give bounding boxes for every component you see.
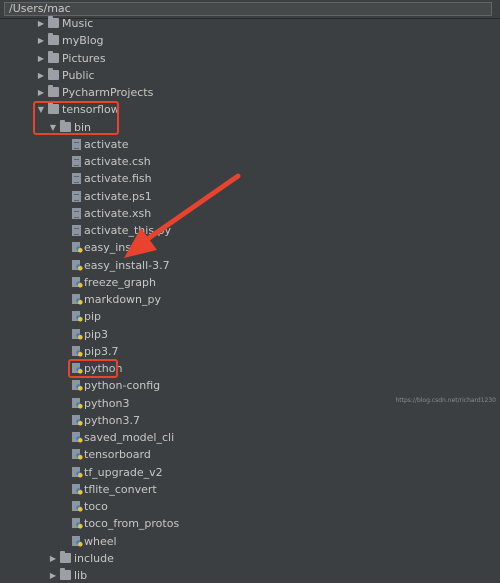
python-file-icon bbox=[72, 518, 83, 529]
tree-item-label: lib bbox=[74, 569, 88, 582]
python-file-icon bbox=[72, 483, 83, 495]
tree-item-label: wheel bbox=[84, 534, 117, 548]
tree-item-label: tf_upgrade_v2 bbox=[84, 465, 163, 479]
tree-file-tf-upgrade-v2[interactable]: tf_upgrade_v2 bbox=[0, 465, 500, 480]
python-file-icon bbox=[72, 432, 83, 443]
tree-folder-lib[interactable]: ▶ lib bbox=[0, 568, 500, 583]
folder-icon bbox=[60, 550, 71, 563]
tree-file-tensorboard[interactable]: tensorboard bbox=[0, 447, 500, 462]
tree-file-toco[interactable]: toco bbox=[0, 499, 500, 514]
tree-item-label: tensorboard bbox=[84, 448, 151, 462]
tree-file-saved-model-cli[interactable]: saved_model_cli bbox=[0, 430, 500, 445]
collapse-arrow-icon[interactable]: ▶ bbox=[48, 568, 58, 583]
tree-file-tflite-convert[interactable]: tflite_convert bbox=[0, 482, 500, 497]
tree-file-python3-7[interactable]: python3.7 bbox=[0, 413, 500, 428]
tree-folder-include[interactable]: ▶ include bbox=[0, 550, 500, 566]
collapse-arrow-icon[interactable]: ▶ bbox=[48, 551, 58, 566]
python-file-icon bbox=[72, 466, 83, 478]
tree-item-label: include bbox=[74, 551, 114, 565]
annotation-arrow-icon bbox=[124, 173, 241, 258]
tree-file-toco-from-protos[interactable]: toco_from_protos bbox=[0, 516, 500, 531]
tree-item-label: saved_model_cli bbox=[84, 431, 175, 444]
python-file-icon bbox=[72, 501, 83, 512]
python-file-icon bbox=[72, 414, 83, 426]
python-file-icon bbox=[72, 449, 83, 460]
tree-item-label: tflite_convert bbox=[84, 482, 157, 496]
folder-icon bbox=[60, 568, 71, 580]
tree-item-label: toco_from_protos bbox=[84, 517, 180, 531]
annotation-arrow-head bbox=[124, 228, 157, 258]
python-file-icon bbox=[72, 535, 83, 547]
annotation-arrow-shaft bbox=[143, 173, 241, 243]
tree-item-label: python3.7 bbox=[84, 413, 140, 427]
tree-item-label: toco bbox=[84, 500, 108, 513]
tree-file-wheel[interactable]: wheel bbox=[0, 534, 500, 549]
